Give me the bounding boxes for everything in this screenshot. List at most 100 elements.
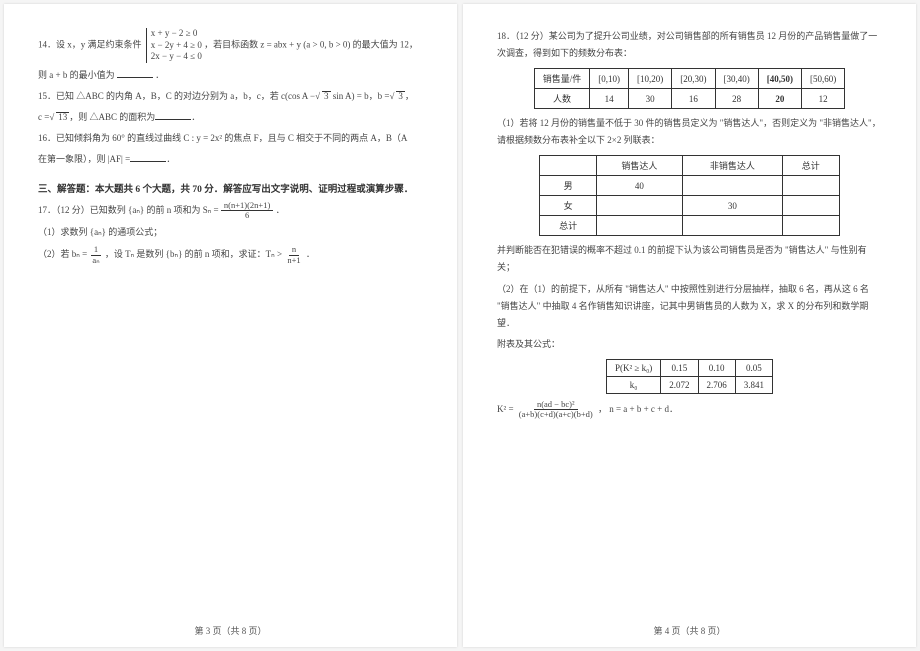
q15-l2b: ，则 △ABC 的面积为 [69,112,155,122]
q16-line1: 16．已知倾斜角为 60° 的直线过曲线 C : y = 2x² 的焦点 F，且… [38,130,423,147]
q15-line2: c =√13，则 △ABC 的面积为 ． [38,109,423,126]
blank-15 [155,119,191,120]
t2-h1: 销售达人 [596,156,682,176]
t1-range-2: [20,30) [672,69,715,89]
q17-frac: n(n+1)(2n+1) 6 [221,201,273,221]
q17-sub2-frac: 1 aₙ [89,245,102,265]
q17-sub2-frac-den: aₙ [89,256,102,265]
t2-r3c3 [782,216,839,236]
page-4: 18．（12 分）某公司为了提升公司业绩，对公司销售部的所有销售员 12 月份的… [463,4,916,647]
table-row: 销售量/件 [0,10) [10,20) [20,30) [30,40) [40… [534,69,845,89]
q14-line2-post: ． [155,70,164,80]
sqrt-3a: 3 [322,91,331,101]
sqrt-icon-2: √ [389,91,394,101]
t2-r2c1 [596,196,682,216]
t1-r1-label: 销售量/件 [534,69,590,89]
q14-line2-pre: 则 a + b 的最小值为 [38,70,115,80]
q17-sub2-c: ． [306,249,315,259]
t1-count-0: 14 [590,89,629,109]
q18-table2: 销售达人 非销售达人 总计 男 40 女 30 总计 [539,155,839,236]
q16-line2: 在第一象限），则 |AF| =． [38,151,423,168]
q17-head: 17．（12 分）已知数列 {aₙ} 的前 n 项和为 Sₙ = n(n+1)(… [38,201,423,221]
table-row: 女 30 [540,196,839,216]
sqrt-3b: 3 [396,91,405,101]
page-3: 14．设 x，y 满足约束条件 x + y − 2 ≥ 0 x − 2y + 4… [4,4,457,647]
t1-count-1: 30 [629,89,672,109]
page-4-footer: 第 4 页（共 8 页） [463,624,916,637]
q15-line1: 15．已知 △ABC 的内角 A，B，C 的对边分别为 a，b，c，若 c(co… [38,88,423,105]
t2-r1c2 [682,176,782,196]
t2-r1c0: 男 [540,176,597,196]
t3-r2-label: k₀ [606,376,660,393]
t1-range-1: [10,20) [629,69,672,89]
t2-r3c0: 总计 [540,216,597,236]
t3-v1-2: 0.05 [735,359,772,376]
t3-r1-label: P(K² ≥ k₀) [606,359,660,376]
q15-l1b: sin A) = b，b = [331,91,390,101]
t3-v2-0: 2.072 [661,376,698,393]
table-row: k₀ 2.072 2.706 3.841 [606,376,772,393]
q14-mid: ，若目标函数 z = abx + y (a > 0, b > 0) 的最大值为 … [204,40,418,50]
t2-r3c2 [682,216,782,236]
q17-frac-den: 6 [242,211,252,220]
q16-l2b: ． [166,154,175,164]
q18-sub2: （2）在（1）的前提下，从所有 "销售达人" 中按照性别进行分层抽样，抽取 6 … [497,281,882,332]
t2-r2c0: 女 [540,196,597,216]
q15-l1a: 15．已知 △ABC 的内角 A，B，C 的对边分别为 a，b，c，若 c(co… [38,91,315,101]
t1-r2-label: 人数 [534,89,590,109]
section-3-heading: 三、解答题：本大题共 6 个大题，共 70 分．解答应写出文字说明、证明过程或演… [38,181,423,195]
q15-l2a: c = [38,112,49,122]
sqrt-13: 13 [56,112,69,122]
q17-head-b: ． [276,204,285,214]
table-row: 男 40 [540,176,839,196]
t3-v1-0: 0.15 [661,359,698,376]
t1-range-4: [40,50) [758,69,801,89]
q17-sub2-frac2-den: n+1 [284,256,303,265]
t2-r2c3 [782,196,839,216]
blank-16 [130,161,166,162]
t1-range-5: [50,60) [802,69,845,89]
formula-den: (a+b)(c+d)(a+c)(b+d) [516,410,596,419]
q18-head: 18．（12 分）某公司为了提升公司业绩，对公司销售部的所有销售员 12 月份的… [497,28,882,62]
t3-v2-2: 3.841 [735,376,772,393]
t2-r1c3 [782,176,839,196]
formula-b: ， n = a + b + c + d． [598,404,678,414]
sqrt-icon-3: √ [49,112,54,122]
t3-v1-1: 0.10 [698,359,735,376]
q15-l2c: ． [191,112,200,122]
q17-head-a: 17．（12 分）已知数列 {aₙ} 的前 n 项和为 Sₙ = [38,204,219,214]
q18-sub1: （1）若将 12 月份的销售量不低于 30 件的销售员定义为 "销售达人"，否则… [497,115,882,149]
q14-c1: x + y − 2 ≥ 0 [151,28,202,40]
q17-sub1: （1）求数列 {aₙ} 的通项公式； [38,224,423,241]
formula-a: K² = [497,404,516,414]
q17-sub2: （2）若 bₙ = 1 aₙ ，设 Tₙ 是数列 {bₙ} 的前 n 项和，求证… [38,245,423,265]
t2-h2: 非销售达人 [682,156,782,176]
q18-table1: 销售量/件 [0,10) [10,20) [20,30) [30,40) [40… [534,68,846,109]
q17-sub2-b: ，设 Tₙ 是数列 {bₙ} 的前 n 项和，求证：Tₙ > [105,249,282,259]
sqrt-icon: √ [315,91,320,101]
q14-c2: x − 2y + 4 ≥ 0 [151,40,202,52]
t3-v2-1: 2.706 [698,376,735,393]
q14-c3: 2x − y − 4 ≤ 0 [151,51,202,63]
q18-formula: K² = n(ad − bc)² (a+b)(c+d)(a+c)(b+d) ， … [497,400,882,420]
blank-14 [117,77,153,78]
q18-sub1b: 并判断能否在犯错误的概率不超过 0.1 的前提下认为该公司销售员是否为 "销售达… [497,242,882,276]
t2-h3: 总计 [782,156,839,176]
t1-count-4: 20 [758,89,801,109]
q14-line1: 14．设 x，y 满足约束条件 x + y − 2 ≥ 0 x − 2y + 4… [38,28,423,63]
t2-r1c1: 40 [596,176,682,196]
formula-frac: n(ad − bc)² (a+b)(c+d)(a+c)(b+d) [516,400,596,420]
page-3-footer: 第 3 页（共 8 页） [4,624,457,637]
q17-sub2-a: （2）若 bₙ = [38,249,89,259]
t2-r2c2: 30 [682,196,782,216]
t1-count-2: 16 [672,89,715,109]
table-row: 销售达人 非销售达人 总计 [540,156,839,176]
t2-h0 [540,156,597,176]
t1-count-3: 28 [715,89,758,109]
q18-table3: P(K² ≥ k₀) 0.15 0.10 0.05 k₀ 2.072 2.706… [606,359,773,394]
q17-sub2-frac2: n n+1 [284,245,303,265]
q14-line2: 则 a + b 的最小值为 ． [38,67,423,84]
table-row: 总计 [540,216,839,236]
q14-prefix: 14．设 x，y 满足约束条件 [38,40,142,50]
table-row: P(K² ≥ k₀) 0.15 0.10 0.05 [606,359,772,376]
